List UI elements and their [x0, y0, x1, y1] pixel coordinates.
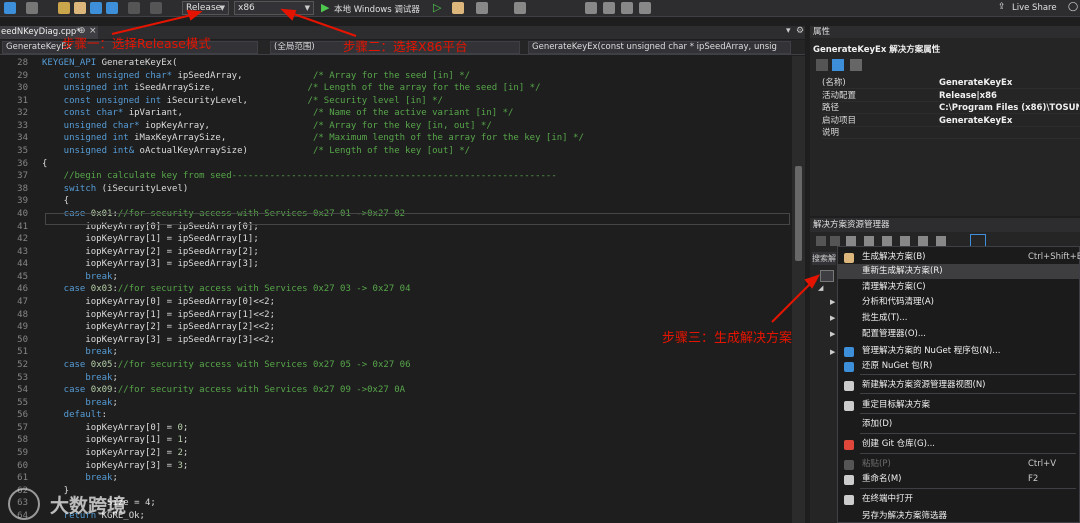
- arrow-step2: [287, 11, 357, 37]
- arrow-step3: [771, 279, 815, 323]
- arrow-step1-head: [186, 9, 203, 21]
- watermark-logo: [8, 488, 40, 520]
- watermark-text: 大数跨境: [50, 495, 127, 517]
- arrow-step2-head: [280, 8, 297, 21]
- annotation-arrows: [111, 8, 821, 323]
- arrow-step1: [111, 13, 197, 35]
